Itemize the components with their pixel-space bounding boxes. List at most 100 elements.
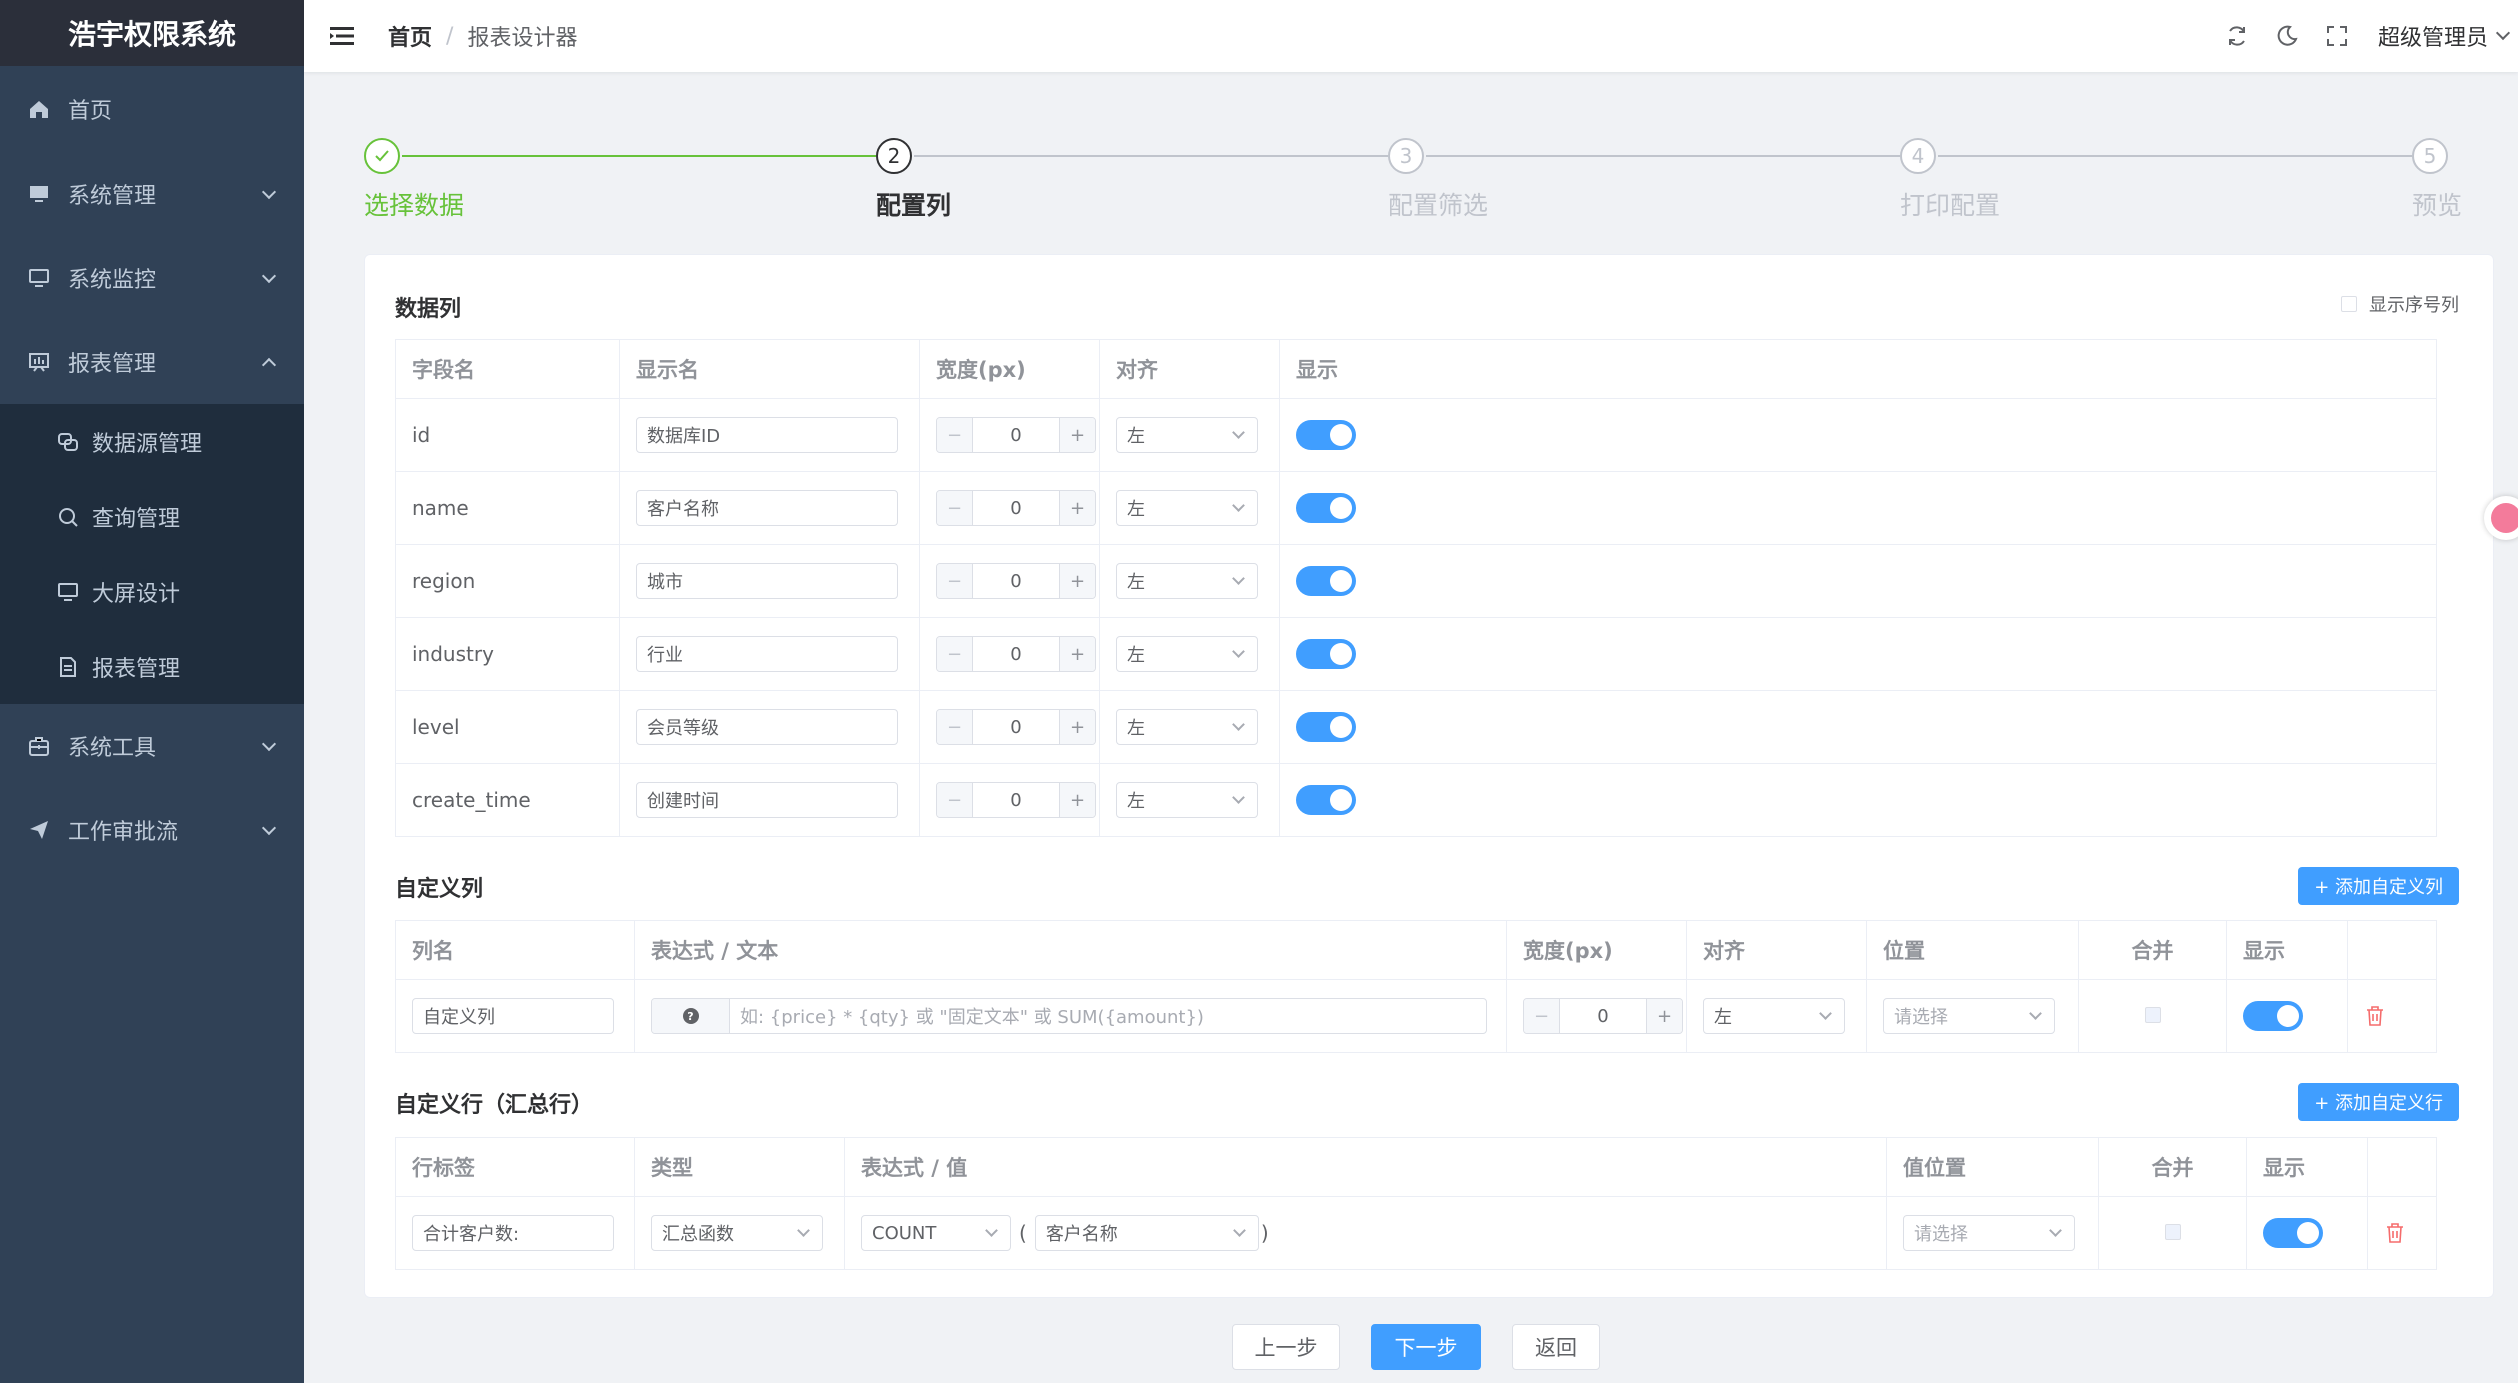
- width-stepper[interactable]: − 0 +: [936, 490, 1096, 526]
- sidebar-subitem-bigscreen[interactable]: 大屏设计: [0, 554, 304, 629]
- field-name: region: [412, 569, 476, 593]
- chevron-down-icon: [1232, 791, 1245, 804]
- align-select[interactable]: 左: [1703, 998, 1845, 1034]
- minus-icon[interactable]: −: [937, 491, 973, 525]
- width-stepper[interactable]: − 0 +: [936, 709, 1096, 745]
- width-stepper[interactable]: − 0 +: [936, 782, 1096, 818]
- sidebar-subitem-query[interactable]: 查询管理: [0, 479, 304, 554]
- display-name-input[interactable]: 城市: [636, 563, 898, 599]
- prev-step-button[interactable]: 上一步: [1232, 1324, 1340, 1370]
- add-custom-column-button[interactable]: + 添加自定义列: [2298, 867, 2459, 905]
- col-header-visible: 显示: [1279, 339, 2437, 399]
- align-select[interactable]: 左: [1116, 563, 1258, 599]
- type-select[interactable]: 汇总函数: [651, 1215, 823, 1251]
- user-menu[interactable]: 超级管理员: [2378, 20, 2511, 52]
- visible-switch[interactable]: [1296, 639, 1356, 669]
- visible-switch[interactable]: [2263, 1218, 2323, 1248]
- minus-icon[interactable]: −: [1524, 999, 1560, 1033]
- align-select[interactable]: 左: [1116, 636, 1258, 672]
- add-custom-row-button[interactable]: + 添加自定义行: [2298, 1083, 2459, 1121]
- step-config-columns: 2 配置列: [876, 138, 951, 222]
- minus-icon[interactable]: −: [937, 710, 973, 744]
- data-columns-title: 数据列: [395, 297, 462, 322]
- steps-bar: 选择数据 2 配置列 3 配置筛选 4 打印配置 5 预览: [364, 138, 2494, 228]
- screen-icon: [56, 580, 80, 604]
- table-row: create_time 创建时间 − 0 + 左: [395, 763, 2437, 837]
- visible-switch[interactable]: [1296, 420, 1356, 450]
- sidebar-subitem-datasource[interactable]: 数据源管理: [0, 404, 304, 479]
- col-header-expr: 表达式 / 值: [844, 1137, 1887, 1197]
- width-stepper[interactable]: − 0 +: [1523, 998, 1683, 1034]
- display-name-input[interactable]: 数据库ID: [636, 417, 898, 453]
- value-position-select[interactable]: 请选择: [1903, 1215, 2075, 1251]
- display-name-input[interactable]: 创建时间: [636, 782, 898, 818]
- sidebar-item-report[interactable]: 报表管理: [0, 320, 304, 404]
- merge-checkbox[interactable]: [2144, 1007, 2161, 1023]
- sidebar-item-label: 大屏设计: [92, 581, 181, 607]
- position-select[interactable]: 请选择: [1883, 998, 2055, 1034]
- plus-icon[interactable]: +: [1646, 999, 1682, 1033]
- sidebar-item-workflow[interactable]: 工作审批流: [0, 788, 304, 872]
- col-header-merge: 合并: [2078, 920, 2227, 980]
- visible-switch[interactable]: [1296, 566, 1356, 596]
- back-button[interactable]: 返回: [1512, 1324, 1600, 1370]
- width-stepper[interactable]: − 0 +: [936, 417, 1096, 453]
- sidebar-item-tools[interactable]: 系统工具: [0, 704, 304, 788]
- refresh-icon[interactable]: [2222, 21, 2252, 51]
- field-name: industry: [412, 642, 494, 666]
- width-stepper[interactable]: − 0 +: [936, 563, 1096, 599]
- checkbox-label: 显示序号列: [2369, 295, 2459, 316]
- merge-checkbox[interactable]: [2164, 1224, 2181, 1240]
- minus-icon[interactable]: −: [937, 564, 973, 598]
- fullscreen-icon[interactable]: [2322, 21, 2352, 51]
- row-label-input[interactable]: 合计客户数:: [412, 1215, 614, 1251]
- function-select[interactable]: COUNT: [861, 1215, 1011, 1251]
- sidebar-subitem-report[interactable]: 报表管理: [0, 629, 304, 704]
- next-step-button[interactable]: 下一步: [1371, 1324, 1481, 1370]
- column-name-input[interactable]: 自定义列: [412, 998, 614, 1034]
- display-name-input[interactable]: 客户名称: [636, 490, 898, 526]
- align-select[interactable]: 左: [1116, 782, 1258, 818]
- checkbox[interactable]: [2341, 296, 2357, 312]
- align-select[interactable]: 左: [1116, 709, 1258, 745]
- sidebar-item-monitor[interactable]: 系统监控: [0, 236, 304, 320]
- plus-icon[interactable]: +: [1059, 710, 1095, 744]
- plus-icon[interactable]: +: [1059, 564, 1095, 598]
- plus-icon[interactable]: +: [1059, 637, 1095, 671]
- show-index-checkbox[interactable]: 显示序号列: [2341, 291, 2459, 317]
- chevron-down-icon: [985, 1224, 998, 1237]
- step-connector: [1426, 155, 1900, 157]
- visible-switch[interactable]: [1296, 785, 1356, 815]
- align-select[interactable]: 左: [1116, 417, 1258, 453]
- position-placeholder: 请选择: [1894, 1007, 1948, 1028]
- display-name-input[interactable]: 行业: [636, 636, 898, 672]
- delete-icon[interactable]: [2384, 1222, 2406, 1244]
- breadcrumb-home[interactable]: 首页: [388, 20, 432, 52]
- sidebar-item-system[interactable]: 系统管理: [0, 152, 304, 236]
- data-columns-table: 字段名 显示名 宽度(px) 对齐 显示 id 数据库ID − 0 + 左 name 客户名称…: [395, 339, 2437, 837]
- delete-icon[interactable]: [2364, 1005, 2386, 1027]
- display-name-input[interactable]: 会员等级: [636, 709, 898, 745]
- custom-rows-table: 行标签 类型 表达式 / 值 值位置 合并 显示 合计客户数: 汇总函数 COU…: [395, 1137, 2437, 1270]
- visible-switch[interactable]: [1296, 493, 1356, 523]
- minus-icon[interactable]: −: [937, 418, 973, 452]
- breadcrumb: 首页 / 报表设计器: [388, 20, 577, 52]
- width-stepper[interactable]: − 0 +: [936, 636, 1096, 672]
- align-select[interactable]: 左: [1116, 490, 1258, 526]
- visible-switch[interactable]: [1296, 712, 1356, 742]
- plus-icon[interactable]: +: [1059, 491, 1095, 525]
- col-header-type: 类型: [634, 1137, 845, 1197]
- plus-icon[interactable]: +: [1059, 418, 1095, 452]
- function-value: COUNT: [872, 1222, 937, 1244]
- field-select[interactable]: 客户名称: [1034, 1215, 1259, 1251]
- help-icon[interactable]: ?: [682, 1008, 699, 1024]
- expression-input[interactable]: ? 如: {price} * {qty} 或 "固定文本" 或 SUM({amo…: [651, 998, 1487, 1034]
- hamburger-icon[interactable]: [330, 22, 358, 50]
- moon-icon[interactable]: [2272, 21, 2302, 51]
- minus-icon[interactable]: −: [937, 783, 973, 817]
- minus-icon[interactable]: −: [937, 637, 973, 671]
- plus-icon[interactable]: +: [1059, 783, 1095, 817]
- width-value: 0: [1010, 497, 1022, 519]
- visible-switch[interactable]: [2243, 1001, 2303, 1031]
- sidebar-item-home[interactable]: 首页: [0, 66, 304, 152]
